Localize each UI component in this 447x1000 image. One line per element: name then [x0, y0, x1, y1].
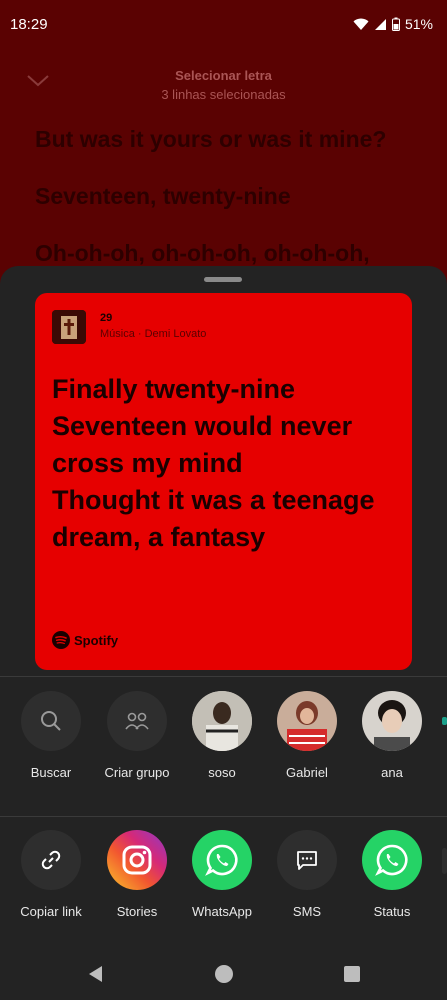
wifi-icon: [353, 18, 369, 30]
whatsapp-status-button[interactable]: Status: [347, 830, 437, 919]
group-icon: [125, 712, 149, 730]
create-group-button[interactable]: Criar grupo: [92, 691, 182, 780]
card-lyric-line: Finally twenty-nine: [52, 374, 296, 404]
copy-link-button[interactable]: Copiar link: [6, 830, 96, 919]
whatsapp-icon: [205, 844, 238, 876]
sms-icon: [297, 851, 317, 870]
home-icon[interactable]: [214, 964, 234, 984]
back-icon[interactable]: [86, 964, 104, 984]
contact-ana[interactable]: ana: [347, 691, 437, 780]
sms-button[interactable]: SMS: [262, 830, 352, 919]
lyrics-card: 29 Música · Demi Lovato Finally twenty-n…: [35, 293, 412, 670]
avatar: [192, 691, 252, 751]
contacts-row: Buscar Criar grupo soso Gabriel ana: [0, 691, 447, 811]
share-apps-row: Copiar link Stories WhatsApp SMS Status: [0, 830, 447, 950]
battery-percent: 51%: [404, 16, 433, 32]
card-lyric-line: Seventeen would never: [52, 411, 353, 441]
lyric-line: Seventeen, twenty-nine: [35, 183, 291, 209]
spotify-wordmark: Spotify: [74, 632, 119, 648]
share-label: SMS: [292, 904, 322, 919]
navigation-bar: [0, 950, 447, 1000]
track-meta: Música · Demi Lovato: [100, 328, 207, 340]
lyric-line: But was it yours or was it mine?: [35, 126, 387, 152]
link-icon: [41, 850, 61, 870]
card-lyric-line: dream, a fantasy: [52, 522, 266, 552]
share-label: WhatsApp: [192, 904, 252, 919]
recents-icon[interactable]: [343, 964, 361, 984]
contact-gabriel[interactable]: Gabriel: [262, 691, 352, 780]
divider: [0, 816, 447, 817]
card-lyric-line: cross my mind: [52, 448, 243, 478]
spotify-icon: [52, 631, 70, 649]
contact-label: Criar grupo: [104, 765, 170, 780]
contact-label: ana: [381, 765, 403, 780]
instagram-icon: [122, 845, 152, 875]
scroll-peek: [442, 848, 447, 874]
share-sheet: 29 Música · Demi Lovato Finally twenty-n…: [0, 266, 447, 1000]
status-icons: 51%: [353, 16, 433, 32]
lyrics-subtitle: 3 linhas selecionadas: [161, 87, 286, 102]
share-label: Stories: [116, 904, 158, 919]
instagram-stories-button[interactable]: Stories: [92, 830, 182, 919]
battery-icon: [391, 17, 400, 31]
search-icon: [41, 711, 61, 731]
track-title: 29: [100, 312, 113, 324]
avatar: [277, 691, 337, 751]
status-bar: 18:29 51%: [0, 0, 447, 48]
status-time: 18:29: [10, 15, 48, 33]
lyric-line: Oh-oh-oh, oh-oh-oh, oh-oh-oh,: [35, 240, 370, 266]
share-label: Copiar link: [20, 904, 82, 919]
share-label: Status: [373, 904, 411, 919]
contact-label: soso: [208, 765, 236, 780]
card-lyric-line: Thought it was a teenage: [52, 485, 375, 515]
signal-icon: [374, 18, 386, 30]
contact-soso[interactable]: soso: [177, 691, 267, 780]
spotify-logo: Spotify: [52, 631, 118, 649]
search-contact-button[interactable]: Buscar: [6, 691, 96, 780]
contact-label: Buscar: [30, 765, 72, 780]
contact-label: Gabriel: [286, 765, 328, 780]
drag-handle[interactable]: [204, 277, 242, 282]
whatsapp-button[interactable]: WhatsApp: [177, 830, 267, 919]
whatsapp-icon: [375, 844, 408, 876]
card-lyrics: Finally twenty-nine Seventeen would neve…: [52, 371, 402, 556]
divider: [0, 676, 447, 677]
lyrics-background: 18:29 51% Selecionar letra 3 linhas sele…: [0, 0, 447, 300]
lyrics-header: Selecionar letra 3 linhas selecionadas: [0, 62, 447, 112]
lyrics-title: Selecionar letra: [175, 68, 272, 83]
avatar: [362, 691, 422, 751]
scroll-peek: [442, 717, 447, 725]
album-art: [52, 310, 86, 344]
